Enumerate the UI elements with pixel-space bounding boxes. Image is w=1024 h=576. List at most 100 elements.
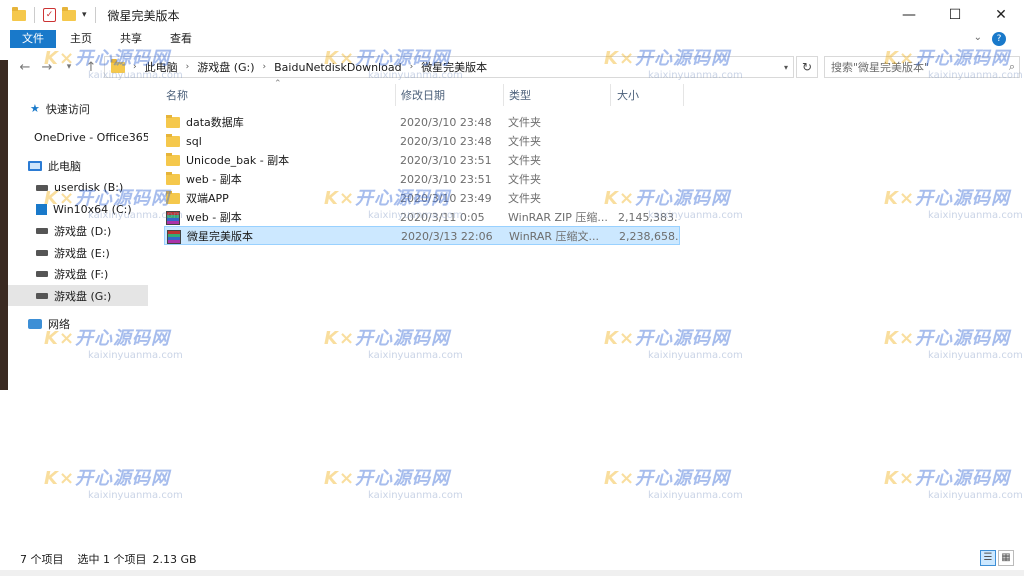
drive-icon (36, 292, 48, 299)
expand-ribbon-icon[interactable]: ⌄ (974, 32, 982, 46)
file-type: 文件夹 (508, 173, 541, 186)
divider (34, 7, 35, 23)
file-type: WinRAR 压缩文... (509, 230, 600, 243)
winrar-icon (166, 210, 180, 225)
tab-view[interactable]: 查看 (156, 30, 206, 48)
nav-drive-g[interactable]: 游戏盘 (G:) (8, 285, 148, 306)
file-date: 2020/3/13 22:06 (401, 230, 493, 243)
recent-locations-icon[interactable]: ▾ (58, 62, 80, 72)
file-row[interactable]: web - 副本 2020/3/11 0:05 WinRAR ZIP 压缩...… (164, 208, 680, 227)
file-type: WinRAR ZIP 压缩... (508, 211, 608, 224)
file-name: data数据库 (186, 116, 244, 129)
column-divider[interactable] (395, 84, 396, 106)
nav-drive-b[interactable]: userdisk (B:) (8, 177, 148, 198)
window-bottom-edge (0, 570, 1024, 576)
file-row[interactable]: Unicode_bak - 副本 2020/3/10 23:51 文件夹 (164, 151, 680, 170)
nav-label: Win10x64 (C:) (53, 203, 132, 216)
winrar-icon (167, 229, 181, 244)
folder-icon (12, 6, 26, 21)
folder-icon (166, 134, 180, 147)
network-icon (28, 318, 42, 329)
title-bar: ✓ ▾ 微星完美版本 — ☐ ✕ (0, 0, 1024, 30)
help-icon[interactable]: ? (992, 32, 1006, 46)
windows-drive-icon (36, 204, 47, 215)
chevron-right-icon[interactable]: › (133, 62, 137, 72)
folder-icon (166, 153, 180, 166)
column-header-name[interactable]: 名称 (166, 84, 188, 106)
drive-icon (36, 227, 48, 234)
file-row[interactable]: 双端APP 2020/3/10 23:49 文件夹 (164, 189, 680, 208)
nav-drive-c[interactable]: Win10x64 (C:) (8, 199, 148, 220)
tab-share[interactable]: 共享 (106, 30, 156, 48)
minimize-button[interactable]: — (886, 0, 932, 30)
nav-quick-access[interactable]: ★ 快速访问 (8, 98, 148, 119)
nav-network[interactable]: 网络 (8, 313, 148, 334)
chevron-right-icon[interactable]: › (186, 62, 190, 72)
nav-label: 游戏盘 (G:) (54, 289, 112, 303)
file-name: sql (186, 135, 202, 148)
breadcrumb-drive-g[interactable]: 游戏盘 (G:) (197, 59, 254, 75)
navigation-bar: ← → ▾ ↑ › 此电脑 › 游戏盘 (G:) › BaiduNetdiskD… (0, 54, 1024, 80)
maximize-button[interactable]: ☐ (932, 0, 978, 30)
file-date: 2020/3/11 0:05 (400, 211, 485, 224)
folder-icon (166, 172, 180, 185)
breadcrumb-current[interactable]: 微星完美版本 (421, 59, 487, 75)
tab-file[interactable]: 文件 (10, 30, 56, 48)
address-bar[interactable]: › 此电脑 › 游戏盘 (G:) › BaiduNetdiskDownload … (104, 56, 794, 78)
sort-ascending-icon: ⌃ (274, 79, 282, 89)
quick-access-toolbar: ✓ ▾ (0, 0, 98, 30)
search-placeholder: 搜索"微星完美版本" (831, 61, 930, 74)
file-date: 2020/3/10 23:48 (400, 116, 492, 129)
forward-icon[interactable]: → (36, 60, 58, 75)
watermark: K×开心源码网 kaixinyuanma.com (324, 468, 463, 501)
file-row-selected[interactable]: 微星完美版本 2020/3/13 22:06 WinRAR 压缩文... 2,2… (164, 226, 680, 245)
column-divider[interactable] (503, 84, 504, 106)
chevron-right-icon[interactable]: › (410, 62, 414, 72)
customize-toolbar-icon[interactable]: ▾ (82, 10, 87, 20)
search-input[interactable]: 搜索"微星完美版本" ⌕ (824, 56, 1020, 78)
file-size: 2,238,658... (619, 230, 679, 243)
new-folder-icon[interactable] (62, 6, 76, 21)
breadcrumb-baidu[interactable]: BaiduNetdiskDownload (274, 61, 401, 74)
divider (94, 7, 96, 23)
folder-icon (111, 58, 125, 73)
nav-drive-d[interactable]: 游戏盘 (D:) (8, 220, 148, 241)
up-icon[interactable]: ↑ (80, 60, 102, 75)
file-row[interactable]: data数据库 2020/3/10 23:48 文件夹 (164, 113, 680, 132)
nav-this-pc[interactable]: 此电脑 (8, 155, 148, 176)
file-row[interactable]: web - 副本 2020/3/10 23:51 文件夹 (164, 170, 680, 189)
back-icon[interactable]: ← (14, 60, 36, 75)
close-button[interactable]: ✕ (978, 0, 1024, 30)
computer-icon (28, 160, 42, 171)
file-size (618, 189, 678, 208)
watermark: K×开心源码网 kaixinyuanma.com (324, 328, 463, 361)
nav-label: 网络 (48, 317, 70, 331)
file-name: 微星完美版本 (187, 230, 253, 243)
nav-drive-f[interactable]: 游戏盘 (F:) (8, 263, 148, 284)
nav-drive-e[interactable]: 游戏盘 (E:) (8, 242, 148, 263)
watermark: K×开心源码网 kaixinyuanma.com (884, 188, 1023, 221)
selection-count: 选中 1 个项目 (77, 553, 147, 566)
file-name: Unicode_bak - 副本 (186, 154, 290, 167)
tab-home[interactable]: 主页 (56, 30, 106, 48)
column-divider[interactable] (610, 84, 611, 106)
large-icons-view-icon[interactable]: ▦ (998, 550, 1014, 566)
file-row[interactable]: sql 2020/3/10 23:48 文件夹 (164, 132, 680, 151)
folder-icon (166, 191, 180, 204)
details-view-icon[interactable]: ☰ (980, 550, 996, 566)
column-divider[interactable] (683, 84, 684, 106)
nav-onedrive[interactable]: OneDrive - Office365 (8, 127, 148, 148)
file-date: 2020/3/10 23:49 (400, 192, 492, 205)
watermark: K×开心源码网 kaixinyuanma.com (884, 468, 1023, 501)
properties-icon[interactable]: ✓ (43, 8, 56, 22)
refresh-button[interactable]: ↻ (796, 56, 818, 78)
address-dropdown-icon[interactable]: ▾ (779, 57, 793, 77)
background-window-edge (0, 60, 8, 390)
column-header-date[interactable]: 修改日期 (401, 84, 445, 106)
column-header-size[interactable]: 大小 (617, 84, 639, 106)
file-name: 双端APP (186, 192, 229, 205)
chevron-right-icon[interactable]: › (263, 62, 267, 72)
column-header-type[interactable]: 类型 (509, 84, 531, 106)
breadcrumb-this-pc[interactable]: 此电脑 (145, 59, 178, 75)
nav-label: OneDrive - Office365 (34, 131, 148, 144)
